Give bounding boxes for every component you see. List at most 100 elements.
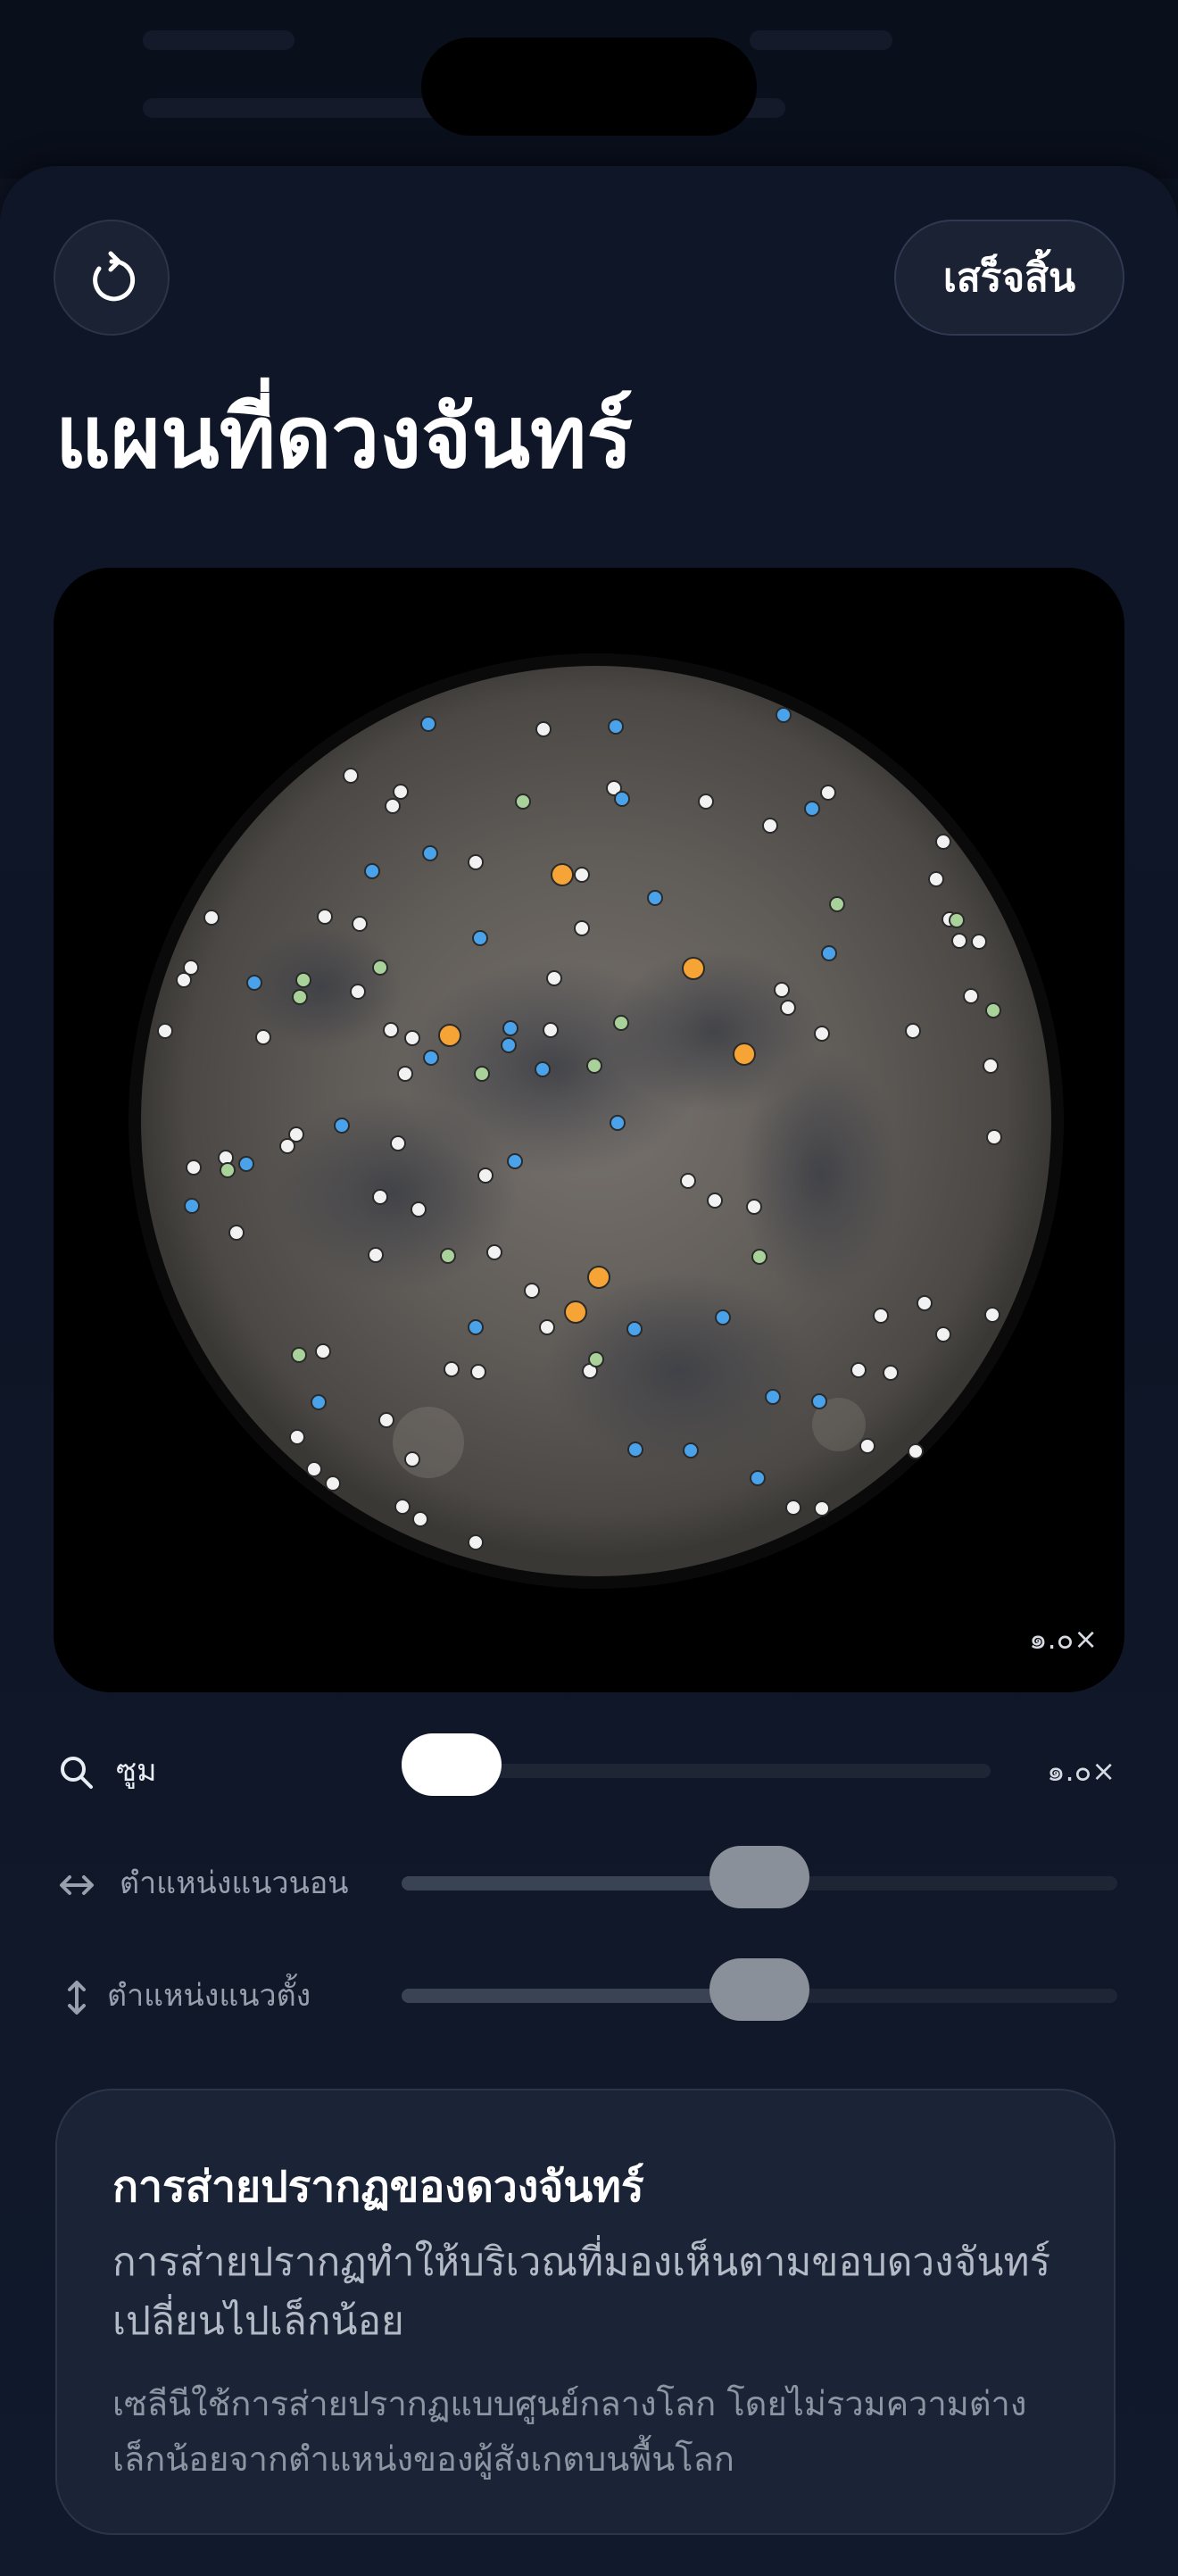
- white-marker[interactable]: [325, 1475, 341, 1492]
- white-marker[interactable]: [255, 1029, 271, 1045]
- white-marker[interactable]: [404, 1030, 420, 1046]
- white-marker[interactable]: [984, 1307, 1000, 1323]
- green-marker[interactable]: [613, 1015, 629, 1031]
- white-marker[interactable]: [850, 1362, 867, 1378]
- green-marker[interactable]: [829, 896, 845, 912]
- blue-marker[interactable]: [627, 1442, 643, 1458]
- green-marker[interactable]: [751, 1249, 767, 1265]
- white-marker[interactable]: [814, 1026, 830, 1042]
- white-marker[interactable]: [986, 1129, 1002, 1145]
- orange-marker[interactable]: [682, 957, 705, 980]
- blue-marker[interactable]: [647, 890, 663, 906]
- white-marker[interactable]: [963, 988, 979, 1004]
- white-marker[interactable]: [883, 1365, 899, 1381]
- white-marker[interactable]: [780, 1000, 796, 1016]
- white-marker[interactable]: [873, 1308, 889, 1324]
- green-marker[interactable]: [440, 1248, 456, 1264]
- horizontal-position-slider[interactable]: [402, 1846, 1117, 1908]
- vertical-position-slider[interactable]: [402, 1958, 1117, 2021]
- white-marker[interactable]: [746, 1199, 762, 1215]
- orange-marker[interactable]: [587, 1266, 610, 1289]
- white-marker[interactable]: [468, 1534, 484, 1550]
- white-marker[interactable]: [390, 1135, 406, 1151]
- white-marker[interactable]: [698, 794, 714, 810]
- blue-marker[interactable]: [422, 845, 438, 861]
- white-marker[interactable]: [343, 768, 359, 784]
- blue-marker[interactable]: [614, 791, 630, 807]
- blue-marker[interactable]: [811, 1393, 827, 1409]
- white-marker[interactable]: [368, 1247, 384, 1263]
- orange-marker[interactable]: [564, 1300, 587, 1324]
- white-marker[interactable]: [574, 920, 590, 936]
- white-marker[interactable]: [228, 1225, 245, 1241]
- white-marker[interactable]: [444, 1361, 460, 1377]
- white-marker[interactable]: [539, 1319, 555, 1335]
- white-marker[interactable]: [928, 871, 944, 887]
- green-marker[interactable]: [474, 1066, 490, 1082]
- white-marker[interactable]: [785, 1500, 801, 1516]
- white-marker[interactable]: [383, 1022, 399, 1038]
- blue-marker[interactable]: [683, 1442, 699, 1458]
- white-marker[interactable]: [372, 1189, 388, 1205]
- white-marker[interactable]: [306, 1461, 322, 1477]
- green-marker[interactable]: [220, 1162, 236, 1178]
- white-marker[interactable]: [935, 834, 951, 850]
- blue-marker[interactable]: [502, 1020, 518, 1036]
- white-marker[interactable]: [971, 934, 987, 950]
- green-marker[interactable]: [295, 972, 311, 988]
- blue-marker[interactable]: [610, 1115, 626, 1131]
- white-marker[interactable]: [859, 1438, 875, 1454]
- blue-marker[interactable]: [420, 716, 436, 732]
- white-marker[interactable]: [393, 784, 409, 800]
- white-marker[interactable]: [289, 1429, 305, 1445]
- white-marker[interactable]: [176, 972, 192, 988]
- white-marker[interactable]: [317, 909, 333, 925]
- blue-marker[interactable]: [364, 863, 380, 879]
- green-marker[interactable]: [292, 989, 308, 1005]
- vertical-slider-thumb[interactable]: [709, 1958, 809, 2021]
- blue-marker[interactable]: [750, 1470, 766, 1486]
- blue-marker[interactable]: [507, 1153, 523, 1169]
- blue-marker[interactable]: [501, 1037, 517, 1053]
- white-marker[interactable]: [680, 1173, 696, 1189]
- horizontal-slider-thumb[interactable]: [709, 1846, 809, 1908]
- blue-marker[interactable]: [184, 1198, 200, 1214]
- blue-marker[interactable]: [776, 707, 792, 723]
- green-marker[interactable]: [985, 1002, 1001, 1018]
- blue-marker[interactable]: [468, 1319, 484, 1335]
- white-marker[interactable]: [707, 1192, 723, 1209]
- white-marker[interactable]: [905, 1023, 921, 1039]
- white-marker[interactable]: [820, 785, 836, 801]
- white-marker[interactable]: [908, 1443, 924, 1459]
- white-marker[interactable]: [983, 1058, 999, 1074]
- white-marker[interactable]: [385, 798, 401, 814]
- blue-marker[interactable]: [334, 1118, 350, 1134]
- blue-marker[interactable]: [246, 975, 262, 991]
- green-marker[interactable]: [949, 912, 965, 928]
- white-marker[interactable]: [404, 1451, 420, 1467]
- blue-marker[interactable]: [821, 945, 837, 961]
- white-marker[interactable]: [468, 854, 484, 870]
- white-marker[interactable]: [774, 982, 790, 998]
- white-marker[interactable]: [917, 1295, 933, 1311]
- blue-marker[interactable]: [608, 719, 624, 735]
- blue-marker[interactable]: [472, 930, 488, 946]
- green-marker[interactable]: [586, 1058, 602, 1074]
- white-marker[interactable]: [157, 1023, 173, 1039]
- green-marker[interactable]: [372, 960, 388, 976]
- blue-marker[interactable]: [765, 1389, 781, 1405]
- done-button[interactable]: เสร็จสิ้น: [894, 220, 1124, 336]
- blue-marker[interactable]: [535, 1061, 551, 1077]
- orange-marker[interactable]: [733, 1043, 756, 1066]
- white-marker[interactable]: [477, 1168, 494, 1184]
- blue-marker[interactable]: [311, 1394, 327, 1410]
- white-marker[interactable]: [350, 984, 366, 1000]
- white-marker[interactable]: [203, 910, 220, 926]
- white-marker[interactable]: [546, 970, 562, 986]
- zoom-slider-thumb[interactable]: [402, 1733, 502, 1796]
- white-marker[interactable]: [814, 1500, 830, 1517]
- white-marker[interactable]: [397, 1066, 413, 1082]
- white-marker[interactable]: [394, 1499, 411, 1515]
- white-marker[interactable]: [186, 1159, 202, 1176]
- blue-marker[interactable]: [423, 1050, 439, 1066]
